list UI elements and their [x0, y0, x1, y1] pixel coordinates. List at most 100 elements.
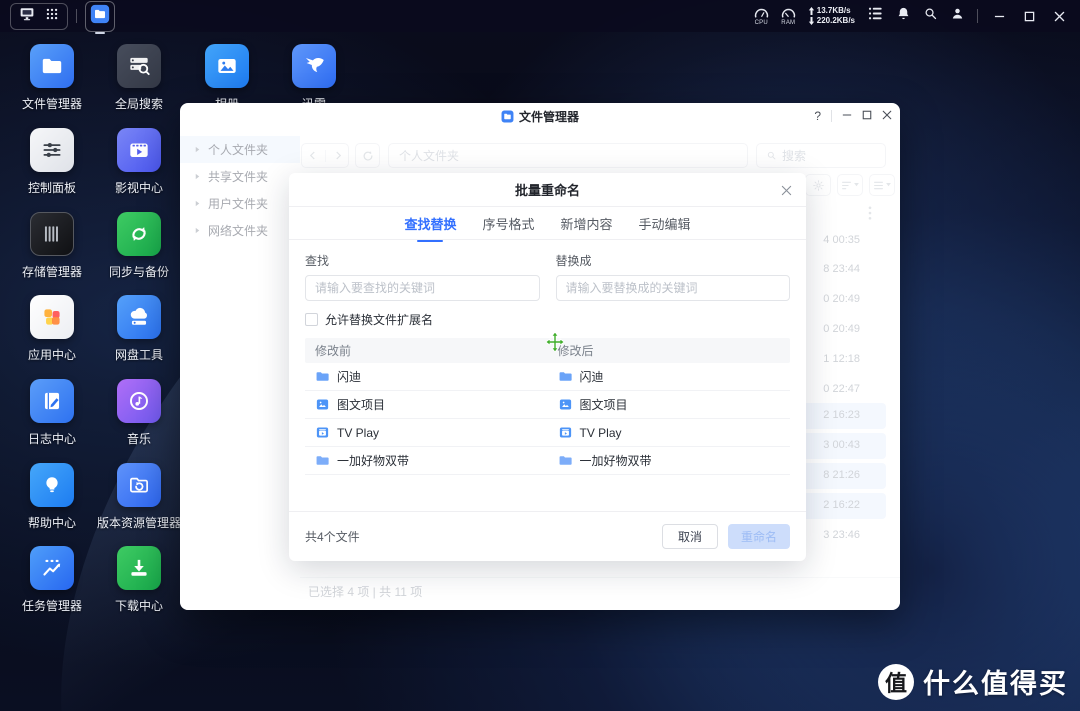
upload-speed: 13.7KB/s [816, 6, 851, 15]
table-row[interactable]: TV Play TV Play [305, 419, 790, 447]
batch-rename-dialog: 批量重命名 查找替换 序号格式 新增内容 手动编辑 查找 替换成 允许替换文件扩… [289, 173, 806, 561]
desktop-app-version-manager[interactable]: 版本资源管理器 [96, 463, 182, 531]
upload-arrow-icon [808, 7, 814, 15]
ram-gauge[interactable]: RAM [781, 7, 796, 26]
image-folder-icon [316, 399, 329, 410]
titlebar-separator [831, 110, 832, 122]
file-manager-icon [501, 110, 514, 122]
download-arrow-icon [808, 17, 814, 25]
desktop-app-help-center[interactable]: 帮助中心 [9, 463, 95, 531]
netdisk-tools-icon [117, 295, 161, 339]
music-icon [117, 379, 161, 423]
rename-confirm-button[interactable]: 重命名 [727, 524, 790, 549]
desktop-app-file-manager[interactable]: 文件管理器 [9, 44, 95, 112]
album-icon [205, 44, 249, 88]
folder-icon [559, 372, 572, 381]
dialog-tabs: 查找替换 序号格式 新增内容 手动编辑 [289, 207, 806, 240]
video-folder-icon [559, 427, 571, 438]
task-manager-icon [30, 546, 74, 590]
help-center-icon [30, 463, 74, 507]
cpu-gauge[interactable]: CPU [754, 7, 769, 26]
smzdm-text: 什么值得买 [923, 669, 1068, 699]
maximize-button[interactable] [1020, 7, 1038, 25]
allow-extension-checkbox[interactable]: 允许替换文件扩展名 [305, 311, 790, 328]
table-row[interactable]: 一加好物双带 一加好物双带 [305, 447, 790, 475]
video-center-icon [117, 128, 161, 172]
desktop-app-task-manager[interactable]: 任务管理器 [9, 546, 95, 614]
desktop-app-thunder[interactable]: 迅雷 [271, 44, 357, 112]
desktop-app-sync-backup[interactable]: 同步与备份 [96, 212, 182, 280]
minimize-button[interactable] [990, 7, 1008, 25]
desktop-app-download-center[interactable]: 下载中心 [96, 546, 182, 614]
dialog-header: 批量重命名 [289, 173, 806, 207]
dialog-footer: 共4个文件 取消 重命名 [289, 511, 806, 561]
dialog-title: 批量重命名 [514, 183, 580, 198]
tab-manual-edit[interactable]: 手动编辑 [639, 214, 691, 233]
network-speeds[interactable]: 13.7KB/s 220.2KB/s [808, 6, 855, 26]
version-manager-icon [117, 463, 161, 507]
folder-icon [316, 456, 329, 465]
download-speed: 220.2KB/s [816, 16, 855, 25]
file-manager-icon [30, 44, 74, 88]
column-before: 修改前 [315, 344, 352, 358]
find-label: 查找 [305, 254, 330, 268]
taskbar-separator [76, 9, 77, 23]
thunder-bird-icon [292, 44, 336, 88]
ram-label: RAM [781, 19, 796, 26]
desktop-app-control-panel[interactable]: 控制面板 [9, 128, 95, 196]
replace-label: 替换成 [555, 254, 592, 268]
desktop-switcher[interactable] [10, 2, 68, 30]
tab-add-content[interactable]: 新增内容 [561, 214, 613, 233]
desktop-app-log-center[interactable]: 日志中心 [9, 379, 95, 447]
user-account-icon[interactable] [950, 6, 965, 26]
notifications-bell-icon[interactable] [896, 6, 911, 26]
tab-find-replace[interactable]: 查找替换 [404, 214, 456, 233]
top-taskbar: CPU RAM 13.7KB/s 220.2KB/s [0, 0, 1080, 32]
checkbox-icon[interactable] [305, 313, 318, 326]
desktop-app-music[interactable]: 音乐 [96, 379, 182, 447]
window-minimize-button[interactable] [842, 107, 852, 125]
app-grid-icon[interactable] [45, 7, 59, 26]
checkbox-label: 允许替换文件扩展名 [325, 313, 434, 327]
dialog-close-button[interactable] [778, 182, 794, 198]
smzdm-badge-icon: 值 [878, 663, 914, 700]
search-icon[interactable] [923, 6, 938, 26]
folder-icon [559, 456, 572, 465]
close-button[interactable] [1050, 7, 1068, 25]
desktop-app-global-search[interactable]: 全局搜索 [96, 44, 182, 112]
taskbar-separator [977, 9, 978, 23]
image-folder-icon [559, 399, 571, 410]
folder-icon [316, 372, 329, 381]
desktop-icon[interactable] [19, 7, 35, 26]
tab-serial-format[interactable]: 序号格式 [482, 214, 534, 233]
column-after: 修改后 [557, 344, 594, 358]
control-panel-icon [30, 128, 74, 172]
storage-manager-icon [30, 212, 74, 256]
table-row[interactable]: 闪迪 闪迪 [305, 363, 790, 391]
rename-preview-table: 修改前 修改后 闪迪 闪迪 图文项目 图文项目 TV Play TV Play … [305, 338, 790, 475]
log-center-icon [30, 379, 74, 423]
desktop-app-netdisk-tools[interactable]: 网盘工具 [96, 295, 182, 363]
replace-input[interactable] [555, 275, 790, 301]
desktop-app-album[interactable]: 相册 [184, 44, 270, 112]
window-help-button[interactable]: ? [814, 109, 821, 123]
find-input[interactable] [305, 275, 540, 301]
desktop-app-storage-manager[interactable]: 存储管理器 [9, 212, 95, 280]
global-search-icon [117, 44, 161, 88]
task-queue-icon[interactable] [867, 6, 884, 26]
smzdm-watermark: 值 什么值得买 [878, 662, 1068, 701]
move-cursor-icon [545, 331, 565, 357]
table-row[interactable]: 图文项目 图文项目 [305, 391, 790, 419]
window-maximize-button[interactable] [862, 107, 872, 125]
sync-backup-icon [117, 212, 161, 256]
desktop-app-video-center[interactable]: 影视中心 [96, 128, 182, 196]
cancel-button[interactable]: 取消 [661, 524, 718, 549]
file-count: 共4个文件 [305, 530, 360, 544]
desktop-app-app-center[interactable]: 应用中心 [9, 295, 95, 363]
window-titlebar[interactable]: 文件管理器 ? [180, 103, 900, 129]
window-close-button[interactable] [882, 107, 892, 125]
taskbar-file-manager-app[interactable] [85, 0, 115, 32]
cpu-label: CPU [754, 19, 768, 26]
video-folder-icon [316, 427, 329, 438]
app-center-icon [30, 295, 74, 339]
